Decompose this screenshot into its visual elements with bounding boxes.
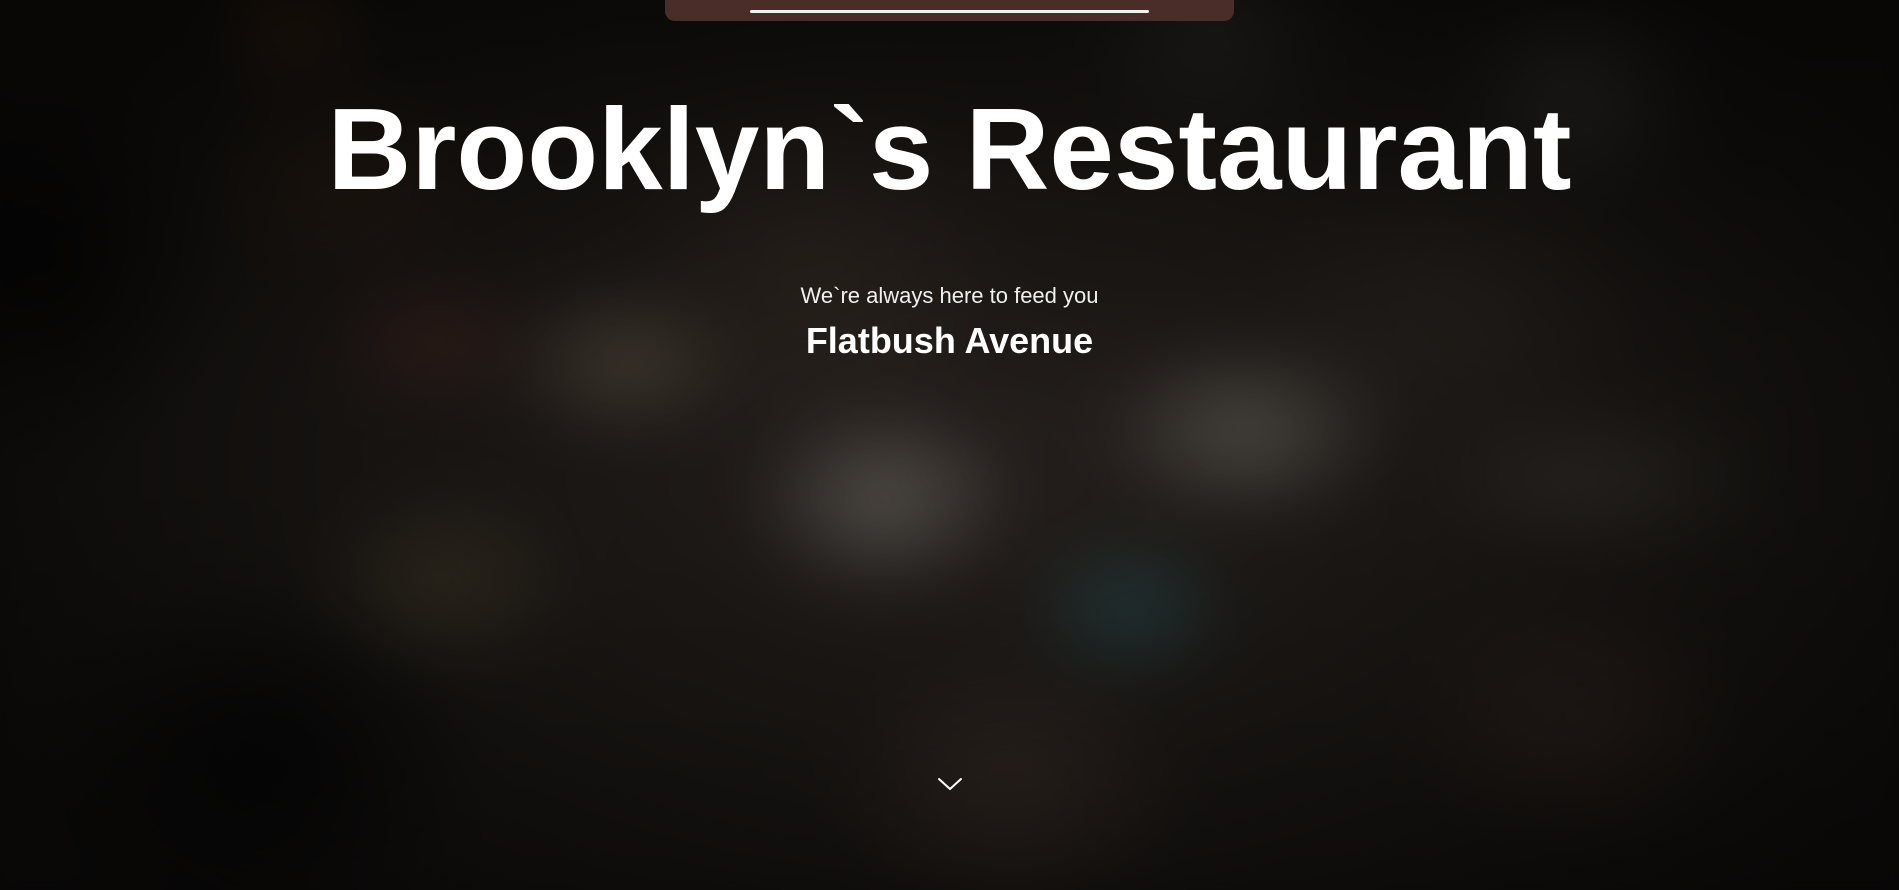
page-title: Brooklyn`s Restaurant xyxy=(327,84,1572,214)
chevron-down-icon xyxy=(938,778,962,790)
top-nav-bar[interactable] xyxy=(665,0,1234,21)
hero-section: Brooklyn`s Restaurant We`re always here … xyxy=(0,0,1899,890)
hero-tagline: We`re always here to feed you xyxy=(800,283,1099,308)
nav-underline xyxy=(750,10,1149,13)
hero-location: Flatbush Avenue xyxy=(805,320,1094,361)
scroll-down-button[interactable] xyxy=(936,772,964,796)
